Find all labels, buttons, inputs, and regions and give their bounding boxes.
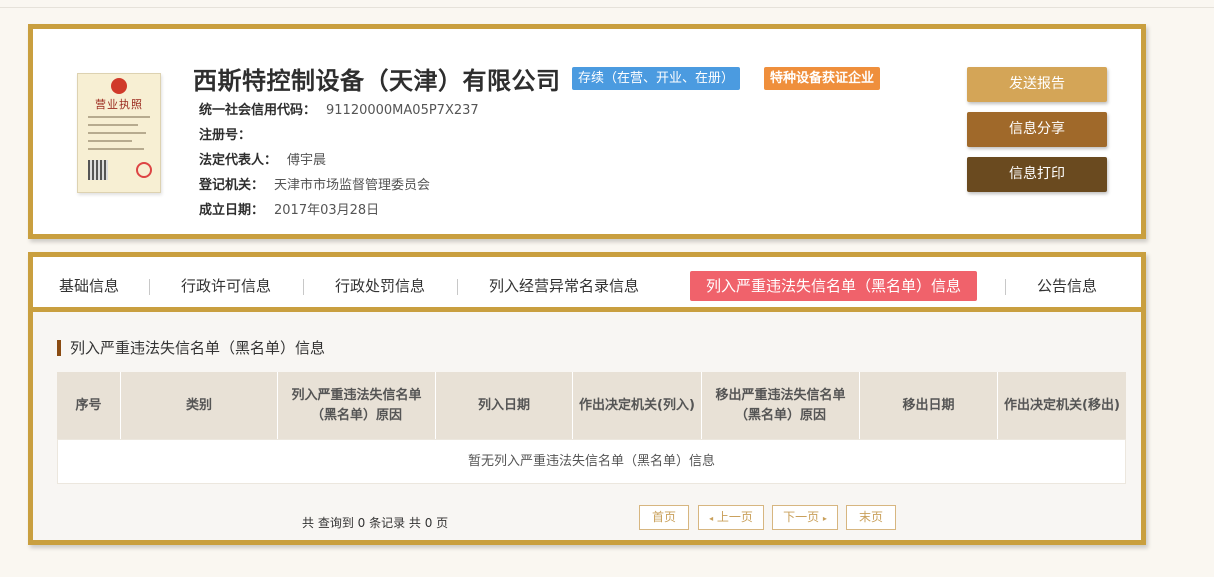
registration-number-label: 注册号： xyxy=(199,128,252,143)
column-header-index: 序号 xyxy=(57,372,121,439)
section-title: 列入严重违法失信名单（黑名单）信息 xyxy=(57,340,325,356)
column-header-listing-authority: 作出决定机关(列入) xyxy=(573,372,702,439)
legal-representative-value: 傅宇晨 xyxy=(287,153,327,168)
print-info-button[interactable]: 信息打印 xyxy=(967,157,1107,192)
tab-announcements[interactable]: 公告信息 xyxy=(1037,271,1097,301)
next-page-label: 下一页 xyxy=(783,510,820,524)
establishment-date-label: 成立日期： xyxy=(199,203,265,218)
column-header-removal-authority: 作出决定机关(移出) xyxy=(1004,397,1120,413)
detail-panel: 基础信息 行政许可信息 行政处罚信息 列入经营异常名录信息 列入严重违法失信名单… xyxy=(28,252,1146,545)
registration-authority-label: 登记机关： xyxy=(199,178,265,193)
column-header-listing-date: 列入日期 xyxy=(436,372,573,439)
special-equipment-badge: 特种设备获证企业 xyxy=(764,67,881,90)
credit-code-value: 91120000MA05P7X237 xyxy=(326,103,479,118)
tab-separator xyxy=(149,279,150,295)
business-license-image[interactable]: 营业执照 xyxy=(77,73,161,193)
official-seal-icon xyxy=(136,162,152,178)
tab-separator xyxy=(457,279,458,295)
chevron-left-icon: ◂ xyxy=(709,514,714,523)
establishment-date-value: 2017年03月28日 xyxy=(274,203,380,218)
top-divider xyxy=(0,7,1214,8)
blacklist-table: 序号 类别 列入严重违法失信名单（黑名单）原因 列入日期 作出决定机关(列入) … xyxy=(57,372,1126,484)
tab-basic-info[interactable]: 基础信息 xyxy=(59,271,119,301)
license-text-line xyxy=(88,116,150,118)
company-card: 营业执照 西斯特控制设备（天津）有限公司 存续（在营、开业、在册） 特种设备获证… xyxy=(28,24,1146,239)
last-page-button[interactable]: 末页 xyxy=(846,505,896,530)
chevron-right-icon: ▸ xyxy=(822,514,827,523)
tab-separator xyxy=(303,279,304,295)
legal-representative-row: 法定代表人： 傅宇晨 xyxy=(199,149,326,168)
first-page-button[interactable]: 首页 xyxy=(639,505,689,530)
license-text-line xyxy=(88,148,144,150)
registration-authority-row: 登记机关： 天津市市场监督管理委员会 xyxy=(199,174,430,193)
establishment-date-row: 成立日期： 2017年03月28日 xyxy=(199,199,379,218)
license-text-line xyxy=(88,140,132,142)
credit-code-row: 统一社会信用代码： 91120000MA05P7X237 xyxy=(199,99,479,118)
column-header-removal-reason: 移出严重违法失信名单（黑名单）原因 xyxy=(702,372,860,439)
table-header: 序号 类别 列入严重违法失信名单（黑名单）原因 列入日期 作出决定机关(列入) … xyxy=(57,372,1126,439)
tab-bar: 基础信息 行政许可信息 行政处罚信息 列入经营异常名录信息 列入严重违法失信名单… xyxy=(33,257,1141,312)
pagination-summary: 共 查询到 0 条记录 共 0 页 xyxy=(302,516,449,530)
empty-table-message: 暂无列入严重违法失信名单（黑名单）信息 xyxy=(467,454,715,469)
national-emblem-icon xyxy=(111,78,127,94)
tab-administrative-penalty[interactable]: 行政处罚信息 xyxy=(335,271,425,301)
legal-representative-label: 法定代表人： xyxy=(199,153,278,168)
tab-abnormal-operation[interactable]: 列入经营异常名录信息 xyxy=(489,271,639,301)
credit-code-label: 统一社会信用代码： xyxy=(199,103,317,118)
license-text-line xyxy=(88,132,146,134)
status-badge: 存续（在营、开业、在册） xyxy=(572,67,741,90)
send-report-button[interactable]: 发送报告 xyxy=(967,67,1107,102)
qr-code-icon xyxy=(88,160,108,180)
license-text-line xyxy=(88,124,138,126)
registration-number-row: 注册号： xyxy=(199,124,261,143)
column-header-category: 类别 xyxy=(121,372,278,439)
column-header-listing-reason: 列入严重违法失信名单（黑名单）原因 xyxy=(278,372,436,439)
company-name: 西斯特控制设备（天津）有限公司 xyxy=(193,67,561,95)
prev-page-label: 上一页 xyxy=(716,510,753,524)
tab-administrative-license[interactable]: 行政许可信息 xyxy=(181,271,271,301)
share-info-button[interactable]: 信息分享 xyxy=(967,112,1107,147)
tab-blacklist[interactable]: 列入严重违法失信名单（黑名单）信息 xyxy=(690,271,978,301)
tab-separator xyxy=(1005,279,1006,295)
license-title: 营业执照 xyxy=(95,98,143,111)
registration-authority-value: 天津市市场监督管理委员会 xyxy=(274,178,431,193)
table-body: 暂无列入严重违法失信名单（黑名单）信息 xyxy=(57,439,1126,484)
column-header-removal-date: 移出日期 xyxy=(860,372,998,439)
next-page-button[interactable]: 下一页 ▸ xyxy=(772,505,838,530)
prev-page-button[interactable]: ◂ 上一页 xyxy=(698,505,764,530)
